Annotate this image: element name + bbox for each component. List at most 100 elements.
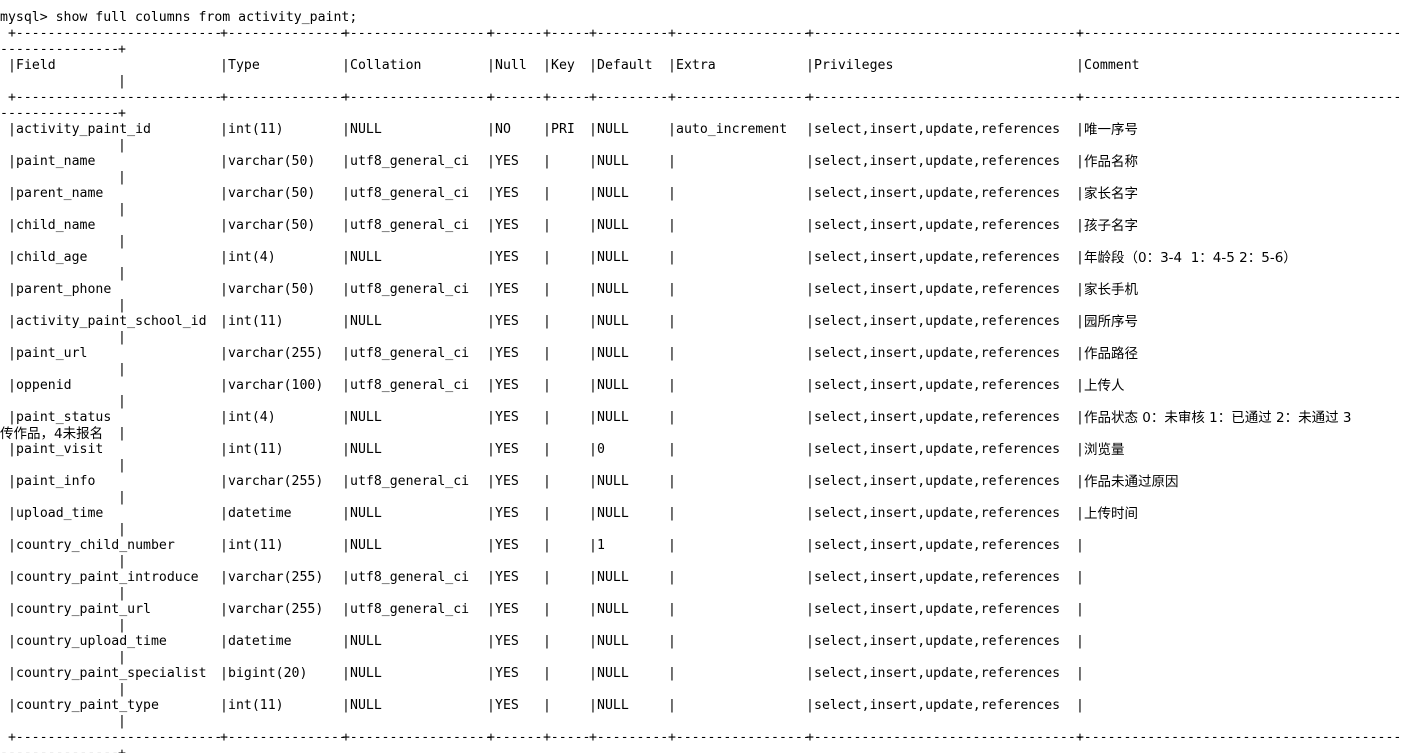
column-divider: | xyxy=(220,346,228,361)
column-divider: | xyxy=(342,186,350,201)
column-header-collation: Collation xyxy=(350,58,422,73)
cell-collation: utf8_general_ci xyxy=(350,154,470,169)
cell-collation: utf8_general_ci xyxy=(350,378,470,393)
column-divider: | xyxy=(1076,186,1084,201)
cell-type: varchar(50) xyxy=(228,282,316,297)
column-divider: | xyxy=(806,186,814,201)
column-divider: | xyxy=(8,570,16,585)
cell-collation: NULL xyxy=(350,410,382,425)
cell-field: oppenid xyxy=(16,378,72,393)
cell-comment: 家长名字 xyxy=(1084,186,1138,202)
terminal-window[interactable]: mysql> show full columns from activity_p… xyxy=(0,0,1402,753)
cell-privileges: select,insert,update,references xyxy=(814,570,1061,585)
column-divider: | xyxy=(668,442,676,457)
rule-junction: + xyxy=(806,730,814,745)
column-divider: | xyxy=(8,666,16,681)
cell-field: country_paint_introduce xyxy=(16,570,199,585)
column-divider: | xyxy=(8,506,16,521)
rule-junction: + xyxy=(342,730,350,745)
cell-type: bigint(20) xyxy=(228,666,308,681)
column-divider: | xyxy=(668,154,676,169)
column-divider: | xyxy=(668,314,676,329)
rule-junction: + xyxy=(487,90,495,105)
column-divider: | xyxy=(589,442,597,457)
column-divider: | xyxy=(668,186,676,201)
rule-dashes: --------- xyxy=(596,90,669,105)
column-divider: | xyxy=(8,122,16,137)
cell-null: YES xyxy=(495,570,519,585)
column-divider: | xyxy=(1076,602,1084,617)
column-divider: | xyxy=(1076,122,1084,137)
row-wrap-bar: | xyxy=(118,234,126,249)
column-header-privileges: Privileges xyxy=(814,58,894,73)
column-divider: | xyxy=(543,602,551,617)
cell-privileges: select,insert,update,references xyxy=(814,410,1061,425)
cell-null: YES xyxy=(495,698,519,713)
column-divider: | xyxy=(342,218,350,233)
cell-comment: 作品路径 xyxy=(1084,346,1138,362)
column-divider: | xyxy=(543,314,551,329)
column-divider: | xyxy=(220,378,228,393)
column-divider: | xyxy=(1076,698,1084,713)
cell-privileges: select,insert,update,references xyxy=(814,314,1061,329)
rule-junction: + xyxy=(806,26,814,41)
cell-default: NULL xyxy=(597,634,629,649)
cell-default: NULL xyxy=(597,666,629,681)
cell-comment: 作品未通过原因 xyxy=(1084,474,1179,490)
rule-dashes: ----------------------------------------… xyxy=(1083,90,1402,105)
cell-default: NULL xyxy=(597,122,629,137)
cell-field: paint_name xyxy=(16,154,96,169)
cell-type: varchar(255) xyxy=(228,570,324,585)
column-header-type: Type xyxy=(228,58,260,73)
cell-comment: 家长手机 xyxy=(1084,282,1138,298)
cell-privileges: select,insert,update,references xyxy=(814,602,1061,617)
cell-collation: utf8_general_ci xyxy=(350,602,470,617)
column-divider: | xyxy=(220,410,228,425)
row-wrap-bar: | xyxy=(118,426,126,441)
rule-dashes: ------ xyxy=(494,90,543,105)
rule-dashes: ----------------------------------------… xyxy=(1083,26,1402,41)
column-header-null: Null xyxy=(495,58,527,73)
cell-type: int(11) xyxy=(228,442,284,457)
rule-junction: + xyxy=(8,26,16,41)
column-divider: | xyxy=(220,58,228,73)
cell-null: YES xyxy=(495,250,519,265)
cell-collation: utf8_general_ci xyxy=(350,186,470,201)
cell-null: NO xyxy=(495,122,511,137)
column-divider: | xyxy=(220,698,228,713)
cell-collation: NULL xyxy=(350,250,382,265)
column-divider: | xyxy=(543,122,551,137)
column-divider: | xyxy=(8,314,16,329)
column-divider: | xyxy=(589,58,597,73)
cell-collation: utf8_general_ci xyxy=(350,218,470,233)
cell-collation: utf8_general_ci xyxy=(350,282,470,297)
column-divider: | xyxy=(806,474,814,489)
cell-default: NULL xyxy=(597,570,629,585)
column-divider: | xyxy=(220,570,228,585)
cell-privileges: select,insert,update,references xyxy=(814,154,1061,169)
column-divider: | xyxy=(543,282,551,297)
column-divider: | xyxy=(589,666,597,681)
rule-dashes: ------------------ xyxy=(349,90,493,105)
column-divider: | xyxy=(543,346,551,361)
column-divider: | xyxy=(8,634,16,649)
rule-junction: + xyxy=(118,42,126,57)
column-divider: | xyxy=(668,602,676,617)
column-divider: | xyxy=(220,634,228,649)
column-divider: | xyxy=(543,186,551,201)
column-divider: | xyxy=(668,282,676,297)
column-divider: | xyxy=(220,538,228,553)
column-divider: | xyxy=(668,346,676,361)
rule-junction: + xyxy=(668,26,676,41)
column-divider: | xyxy=(589,570,597,585)
column-divider: | xyxy=(806,346,814,361)
column-header-field: Field xyxy=(16,58,56,73)
column-divider: | xyxy=(342,410,350,425)
rule-dashes: ------------------ xyxy=(349,730,493,745)
cell-null: YES xyxy=(495,410,519,425)
row-wrap-bar: | xyxy=(118,554,126,569)
row-wrap-bar: | xyxy=(118,394,126,409)
column-divider: | xyxy=(589,282,597,297)
cell-collation: NULL xyxy=(350,314,382,329)
row-wrap-bar: | xyxy=(118,362,126,377)
